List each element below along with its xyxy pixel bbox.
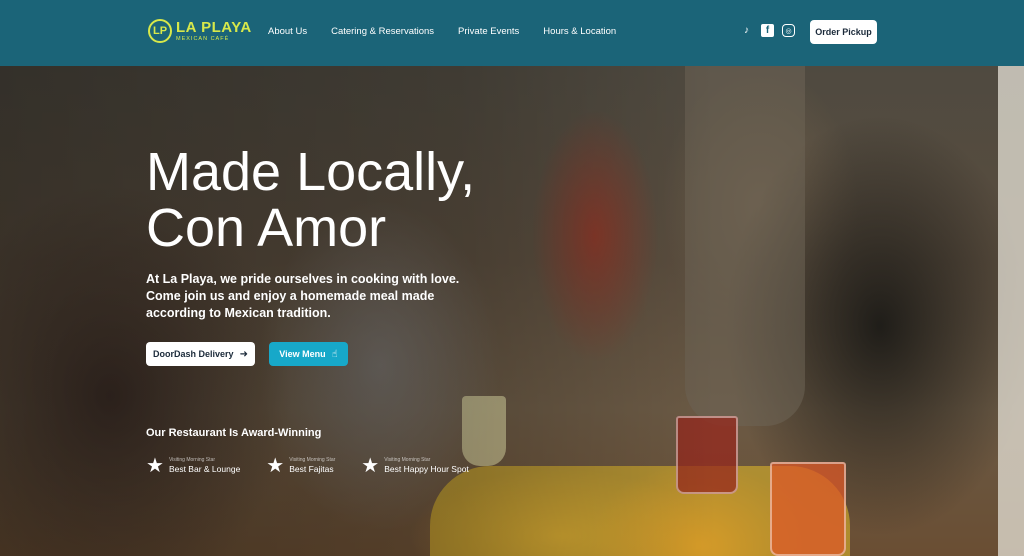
logo-wordmark: LA PLAYA MEXICAN CAFÉ: [176, 20, 252, 43]
instagram-icon[interactable]: ◎: [782, 24, 795, 37]
order-pickup-button[interactable]: Order Pickup: [810, 20, 877, 44]
doordash-icon: ➜: [239, 348, 248, 360]
hero-subtext: At La Playa, we pride ourselves in cooki…: [146, 272, 460, 320]
brand-subtitle: MEXICAN CAFÉ: [176, 35, 230, 42]
tiktok-icon[interactable]: ♪: [740, 24, 753, 37]
nav-hours-location[interactable]: Hours & Location: [543, 26, 616, 37]
star-icon: ★: [146, 455, 164, 477]
social-links: ♪ f ◎: [740, 24, 803, 37]
brand-logo[interactable]: LP LA PLAYA MEXICAN CAFÉ: [148, 19, 252, 43]
hero-section: Made Locally, Con Amor At La Playa, we p…: [0, 66, 1024, 556]
logo-badge: LP: [148, 19, 172, 43]
award-name: Best Bar & Lounge: [168, 464, 241, 474]
nav-about-us[interactable]: About Us: [268, 26, 307, 37]
hero-buttons: DoorDash Delivery ➜ View Menu ☝: [146, 342, 348, 366]
pointer-icon: ☝: [331, 348, 338, 360]
award-source: Visiting Morning Star: [289, 457, 336, 463]
award-item: ★ Visiting Morning Star Best Bar & Loung…: [146, 456, 240, 476]
award-source: Visiting Morning Star: [384, 457, 431, 463]
hero-content: Made Locally, Con Amor At La Playa, we p…: [146, 144, 526, 322]
award-item: ★ Visiting Morning Star Best Fajitas: [266, 456, 335, 476]
headline-line-2: Con Amor: [146, 198, 387, 258]
view-menu-button[interactable]: View Menu ☝: [269, 342, 348, 366]
site-header: LP LA PLAYA MEXICAN CAFÉ About Us Cateri…: [0, 0, 1024, 66]
award-name: Best Happy Hour Spot: [384, 464, 469, 474]
nav-catering-reservations[interactable]: Catering & Reservations: [331, 26, 434, 37]
hero-headline: Made Locally, Con Amor: [146, 144, 526, 256]
award-item: ★ Visiting Morning Star Best Happy Hour …: [361, 456, 469, 476]
facebook-icon[interactable]: f: [761, 24, 774, 37]
awards-list: ★ Visiting Morning Star Best Bar & Loung…: [146, 456, 495, 476]
star-icon: ★: [361, 455, 380, 477]
award-source: Visiting Morning Star: [168, 457, 215, 463]
doordash-delivery-button[interactable]: DoorDash Delivery ➜: [146, 342, 255, 366]
awards-title: Our Restaurant Is Award-Winning: [146, 427, 322, 439]
nav-private-events[interactable]: Private Events: [458, 26, 519, 37]
award-name: Best Fajitas: [289, 464, 334, 474]
view-menu-label: View Menu: [279, 349, 326, 359]
star-icon: ★: [266, 455, 285, 477]
main-nav: About Us Catering & Reservations Private…: [268, 26, 640, 37]
headline-line-1: Made Locally,: [146, 142, 476, 202]
doordash-label: DoorDash Delivery: [153, 349, 234, 359]
brand-name: LA PLAYA: [176, 18, 252, 36]
